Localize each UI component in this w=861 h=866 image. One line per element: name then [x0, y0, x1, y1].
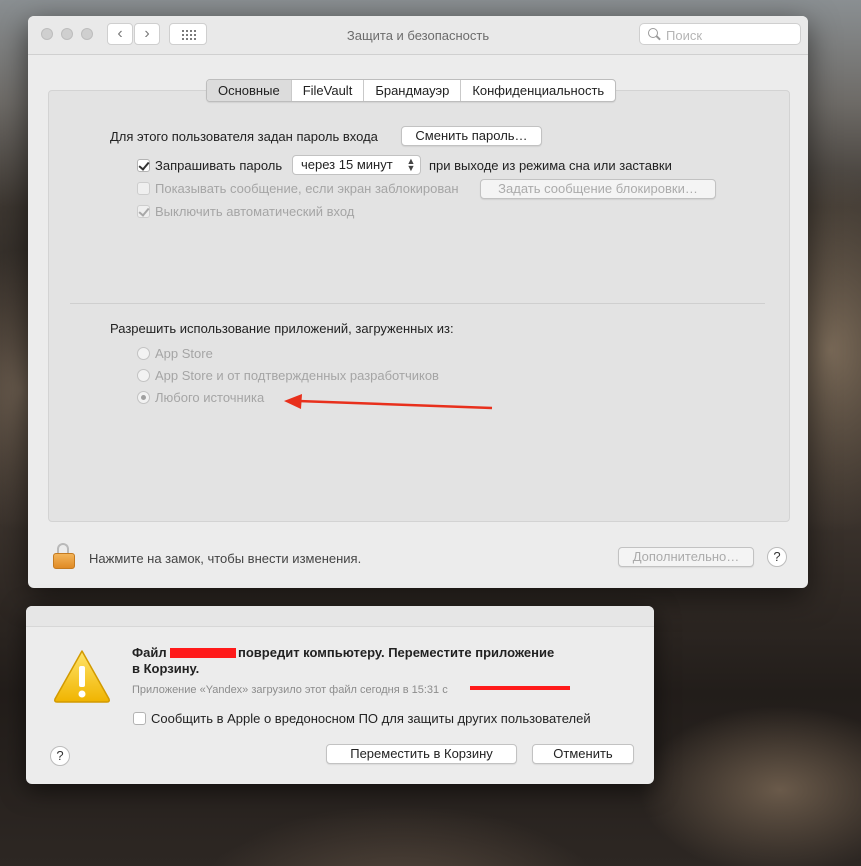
dialog-title-suffix: повредит компьютеру. Переместите приложе…: [238, 645, 555, 660]
stepper-arrows-icon: ▲ ▼: [406, 156, 416, 173]
dialog-title-prefix: Файл: [132, 645, 167, 660]
help-button[interactable]: ?: [767, 547, 787, 567]
lock-hint-label: Нажмите на замок, чтобы внести изменения…: [89, 551, 362, 566]
radio-app-store-identified-label: App Store и от подтвержденных разработчи…: [155, 368, 439, 383]
warning-icon: [54, 650, 110, 703]
title-bar: ‹ › Защита и безопасность: [28, 16, 808, 55]
require-password-checkbox[interactable]: [137, 159, 150, 172]
show-message-checkbox[interactable]: [137, 182, 150, 195]
radio-anywhere[interactable]: [137, 391, 150, 404]
redaction-mark: [170, 648, 236, 658]
advanced-button[interactable]: Дополнительно…: [618, 547, 754, 567]
dialog-info-text: Приложение «Yandex» загрузило этот файл …: [132, 684, 448, 696]
change-password-button[interactable]: Сменить пароль…: [401, 126, 542, 146]
search-field[interactable]: [639, 23, 801, 45]
require-password-delay-select[interactable]: через 15 минут ▲ ▼: [292, 155, 421, 175]
dialog-help-button[interactable]: ?: [50, 746, 70, 766]
require-password-delay-value: через 15 минут: [301, 157, 393, 172]
disable-autologin-label: Выключить автоматический вход: [155, 204, 355, 219]
radio-app-store-identified[interactable]: [137, 369, 150, 382]
tab-general[interactable]: Основные: [207, 80, 292, 101]
redaction-mark: [470, 686, 570, 690]
tab-firewall[interactable]: Брандмауэр: [364, 80, 462, 101]
cancel-button[interactable]: Отменить: [532, 744, 634, 764]
tab-bar: Основные FileVault Брандмауэр Конфиденци…: [206, 79, 617, 102]
password-set-label: Для этого пользователя задан пароль вход…: [110, 129, 378, 144]
tab-privacy[interactable]: Конфиденциальность: [461, 80, 615, 101]
radio-anywhere-label: Любого источника: [155, 390, 265, 405]
move-to-trash-button[interactable]: Переместить в Корзину: [326, 744, 517, 764]
security-preferences-window: ‹ › Защита и безопасность Основные FileV…: [28, 16, 808, 588]
report-to-apple-label: Сообщить в Apple о вредоносном ПО для за…: [151, 711, 591, 726]
lock-icon[interactable]: [52, 543, 76, 569]
malware-alert-dialog: Файл повредит компьютеру. Переместите пр…: [26, 606, 654, 784]
dialog-top-strip: [26, 606, 654, 627]
search-icon: [648, 28, 658, 38]
disable-autologin-checkbox[interactable]: [137, 205, 150, 218]
set-lock-message-button[interactable]: Задать сообщение блокировки…: [480, 179, 716, 199]
report-to-apple-checkbox[interactable]: [133, 712, 146, 725]
tab-filevault[interactable]: FileVault: [292, 80, 365, 101]
radio-app-store[interactable]: [137, 347, 150, 360]
require-password-label: Запрашивать пароль: [155, 158, 283, 173]
show-message-label: Показывать сообщение, если экран заблоки…: [155, 181, 459, 196]
allow-apps-label: Разрешить использование приложений, загр…: [110, 321, 454, 336]
section-divider: [70, 303, 765, 304]
radio-app-store-label: App Store: [155, 346, 213, 361]
require-password-suffix: при выходе из режима сна или заставки: [429, 158, 672, 173]
dialog-title-line2: в Корзину.: [132, 661, 200, 676]
search-input[interactable]: [664, 26, 798, 44]
